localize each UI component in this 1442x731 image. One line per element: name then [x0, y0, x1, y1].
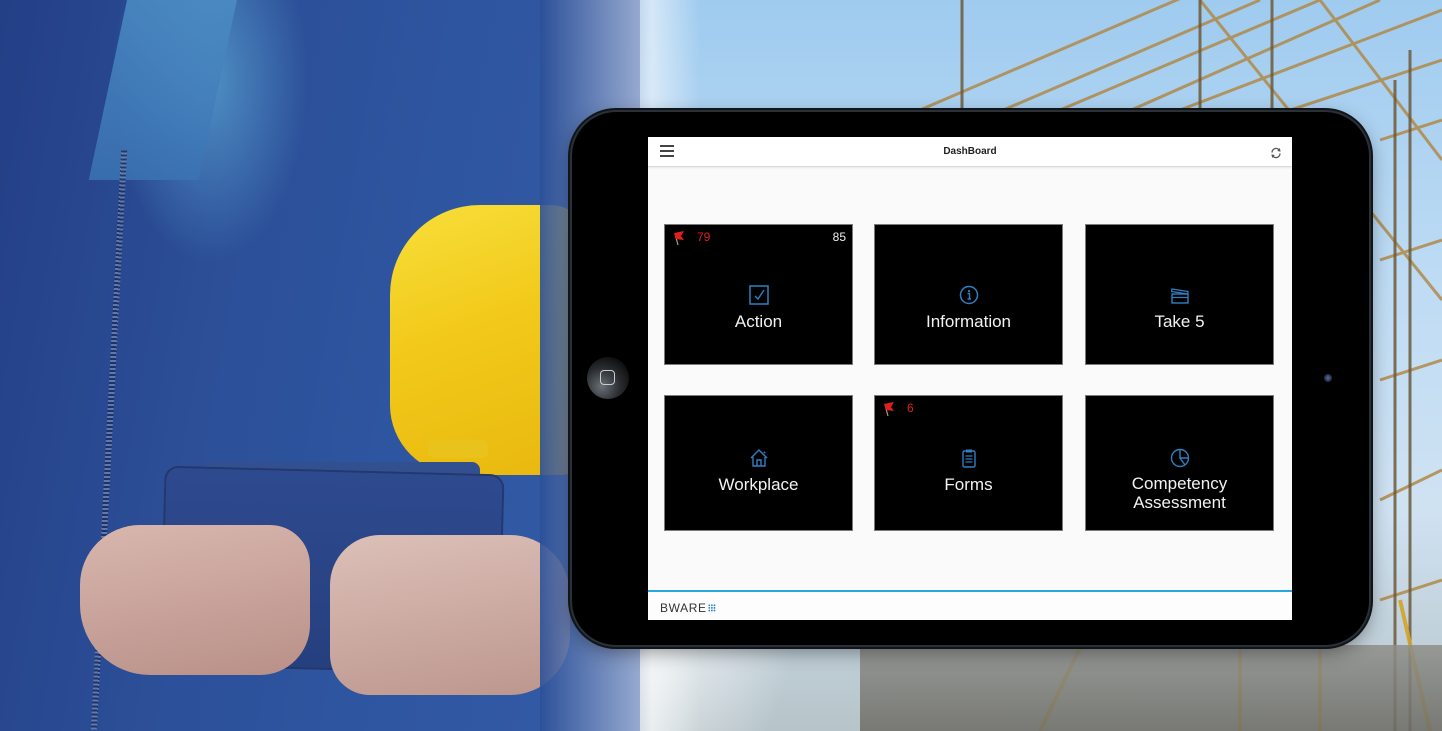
- front-camera: [1324, 374, 1332, 382]
- clipboard-icon: [961, 449, 976, 468]
- right-hand: [330, 535, 570, 695]
- left-hand: [80, 525, 310, 675]
- tablet-screen: DashBoard 79 85 Action Information Take …: [648, 137, 1292, 620]
- building-background: [860, 645, 1442, 731]
- tile-label-line1: Competency: [1131, 474, 1228, 493]
- flag-count: 79: [697, 230, 711, 244]
- total-count: 85: [832, 230, 846, 244]
- pie-chart-icon: [1170, 448, 1189, 468]
- tile-action[interactable]: 79 85 Action: [664, 224, 853, 365]
- tile-take-5[interactable]: Take 5: [1085, 224, 1274, 365]
- tile-label: Action: [734, 312, 783, 331]
- tile-information[interactable]: Information: [874, 224, 1063, 365]
- home-button[interactable]: [587, 357, 629, 399]
- app-footer: BWARE: [648, 590, 1292, 620]
- tile-label: Workplace: [718, 475, 799, 494]
- refresh-icon[interactable]: [1269, 146, 1283, 160]
- tile-label-line2: Assessment: [1133, 493, 1226, 512]
- tile-label: Forms: [944, 475, 993, 494]
- home-button-icon: [600, 370, 615, 385]
- hard-hat-rim: [428, 440, 488, 458]
- checkbox-icon: [748, 285, 769, 305]
- flag-count: 6: [907, 401, 914, 415]
- tile-competency-assessment[interactable]: Competency Assessment: [1085, 395, 1274, 531]
- brand-dots-icon: [707, 604, 716, 612]
- flag-icon: [674, 231, 684, 246]
- tile-forms[interactable]: 6 Forms: [874, 395, 1063, 531]
- page-title: DashBoard: [943, 146, 997, 157]
- tile-label: Take 5: [1154, 312, 1205, 331]
- brand-name: BWARE: [660, 601, 707, 615]
- tile-workplace[interactable]: Workplace: [664, 395, 853, 531]
- app-bar: DashBoard: [648, 137, 1292, 167]
- home-icon: [750, 449, 767, 467]
- brand-logo: BWARE: [660, 601, 716, 615]
- tile-label: Information: [925, 312, 1012, 331]
- info-icon: [959, 285, 978, 305]
- flag-icon: [884, 402, 894, 417]
- clapperboard-icon: [1170, 288, 1189, 304]
